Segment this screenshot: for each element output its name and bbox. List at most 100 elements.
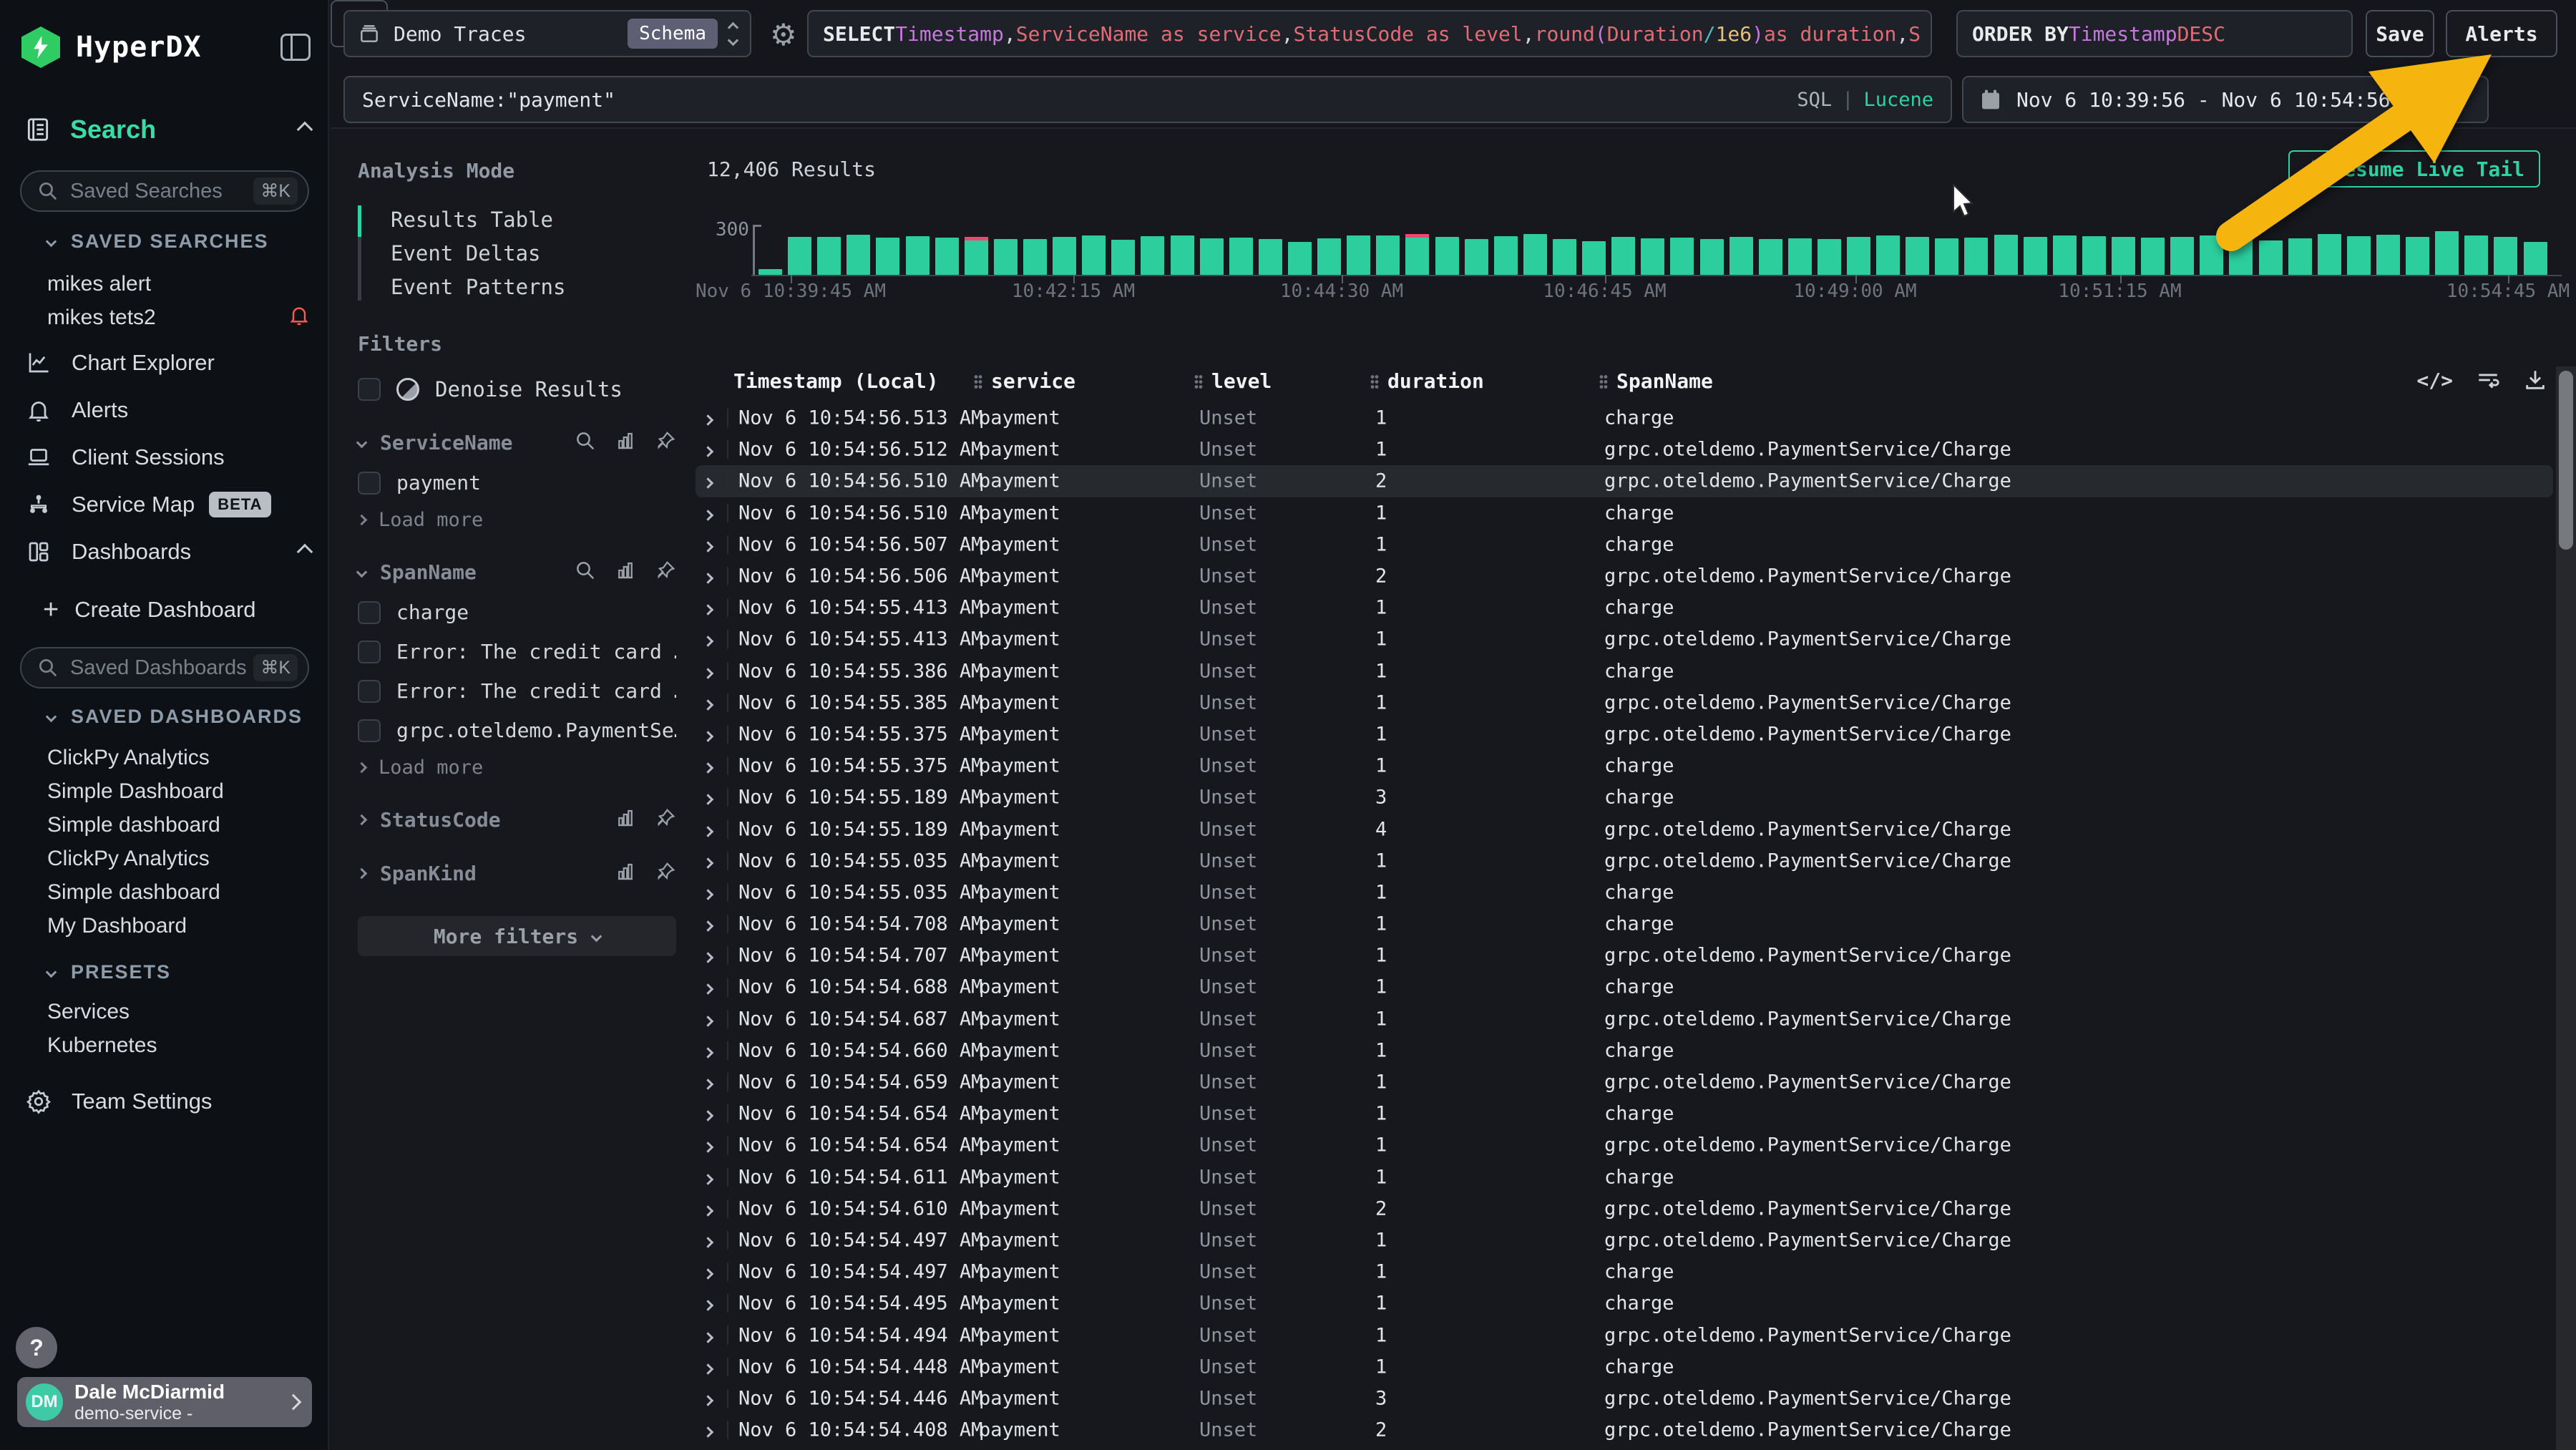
time-range-picker[interactable]: Nov 6 10:39:56 - Nov 6 10:54:56 bbox=[1962, 76, 2489, 123]
scrollbar-thumb[interactable] bbox=[2559, 371, 2573, 550]
row-expander-icon[interactable] bbox=[704, 628, 712, 651]
bar-chart-icon[interactable] bbox=[615, 430, 636, 455]
table-row[interactable]: Nov 6 10:54:54.495 AMpaymentUnset1charge bbox=[696, 1288, 2553, 1319]
filter-option[interactable]: grpc.oteldemo.PaymentSe… bbox=[358, 719, 676, 742]
bar-chart-icon[interactable] bbox=[615, 560, 636, 585]
sidebar-item-search[interactable]: Search bbox=[24, 112, 311, 147]
table-row[interactable]: Nov 6 10:54:55.413 AMpaymentUnset1grpc.o… bbox=[696, 623, 2553, 655]
saved-dashboards-input[interactable]: Saved Dashboards ⌘K bbox=[20, 647, 309, 688]
table-row[interactable]: Nov 6 10:54:56.513 AMpaymentUnset1charge bbox=[696, 402, 2553, 434]
filter-group-header[interactable]: SpanName bbox=[358, 560, 676, 585]
row-expander-icon[interactable] bbox=[704, 407, 712, 429]
checkbox-icon[interactable] bbox=[358, 378, 381, 401]
row-expander-icon[interactable] bbox=[704, 850, 712, 872]
sidebar-dashboard-item[interactable]: ClickPy Analytics bbox=[47, 842, 311, 875]
sidebar-dashboard-item[interactable]: My Dashboard bbox=[47, 909, 311, 943]
denoise-results-checkbox[interactable]: Denoise Results bbox=[358, 377, 676, 402]
search-icon[interactable] bbox=[575, 560, 596, 585]
sidebar-collapse-icon[interactable] bbox=[280, 34, 311, 61]
save-button[interactable]: Save bbox=[2366, 10, 2434, 57]
alerts-button[interactable]: Alerts bbox=[2446, 10, 2557, 57]
table-row[interactable]: Nov 6 10:54:54.688 AMpaymentUnset1charge bbox=[696, 971, 2553, 1003]
filter-option[interactable]: Error: The credit card … bbox=[358, 640, 676, 663]
table-row[interactable]: Nov 6 10:54:54.448 AMpaymentUnset1charge bbox=[696, 1351, 2553, 1383]
pin-icon[interactable] bbox=[655, 430, 676, 455]
pin-icon[interactable] bbox=[655, 560, 676, 585]
pin-icon[interactable] bbox=[655, 807, 676, 832]
table-row[interactable]: Nov 6 10:54:56.506 AMpaymentUnset2grpc.o… bbox=[696, 560, 2553, 592]
row-expander-icon[interactable] bbox=[704, 1103, 712, 1125]
row-expander-icon[interactable] bbox=[704, 565, 712, 588]
row-expander-icon[interactable] bbox=[704, 1071, 712, 1094]
row-expander-icon[interactable] bbox=[704, 755, 712, 777]
table-row[interactable]: Nov 6 10:54:54.611 AMpaymentUnset1charge bbox=[696, 1162, 2553, 1193]
row-expander-icon[interactable] bbox=[704, 1008, 712, 1030]
row-expander-icon[interactable] bbox=[704, 470, 712, 492]
row-expander-icon[interactable] bbox=[704, 1134, 712, 1157]
sidebar-saved-search-item[interactable]: mikes alert bbox=[47, 267, 311, 301]
saved-searches-input[interactable]: Saved Searches ⌘K bbox=[20, 170, 309, 212]
sidebar-item-chart-explorer[interactable]: Chart Explorer bbox=[24, 339, 311, 386]
analysis-mode-event-deltas[interactable]: Event Deltas bbox=[391, 236, 676, 270]
checkbox-icon[interactable] bbox=[358, 641, 381, 663]
load-more-button[interactable]: Load more bbox=[358, 509, 676, 531]
row-expander-icon[interactable] bbox=[704, 1166, 712, 1188]
saved-searches-header[interactable]: SAVED SEARCHES bbox=[47, 230, 311, 253]
language-toggle-sql[interactable]: SQL bbox=[1797, 89, 1832, 111]
analysis-mode-results-table[interactable]: Results Table bbox=[391, 203, 676, 236]
language-toggle-lucene[interactable]: Lucene bbox=[1863, 89, 1933, 111]
table-row[interactable]: Nov 6 10:54:54.687 AMpaymentUnset1grpc.o… bbox=[696, 1003, 2553, 1035]
table-row[interactable]: Nov 6 10:54:54.494 AMpaymentUnset1grpc.o… bbox=[696, 1319, 2553, 1351]
drag-handle-icon[interactable] bbox=[1370, 374, 1379, 389]
table-row[interactable]: Nov 6 10:54:54.610 AMpaymentUnset2grpc.o… bbox=[696, 1193, 2553, 1225]
table-row[interactable]: Nov 6 10:54:54.497 AMpaymentUnset1charge bbox=[696, 1256, 2553, 1288]
table-row[interactable]: Nov 6 10:54:55.386 AMpaymentUnset1charge bbox=[696, 656, 2553, 687]
bar-chart-icon[interactable] bbox=[615, 807, 636, 832]
sidebar-preset-item[interactable]: Kubernetes bbox=[47, 1028, 311, 1062]
table-row[interactable]: Nov 6 10:54:56.510 AMpaymentUnset1charge bbox=[696, 497, 2553, 529]
row-expander-icon[interactable] bbox=[704, 533, 712, 555]
sidebar-item-team-settings[interactable]: Team Settings bbox=[24, 1078, 311, 1125]
help-button[interactable]: ? bbox=[16, 1327, 57, 1368]
download-icon[interactable] bbox=[2523, 368, 2547, 392]
wrap-lines-icon[interactable] bbox=[2476, 368, 2500, 392]
row-expander-icon[interactable] bbox=[704, 691, 712, 714]
data-source-select[interactable]: Demo Traces Schema bbox=[343, 10, 751, 57]
pin-icon[interactable] bbox=[655, 861, 676, 886]
sidebar-preset-item[interactable]: Services bbox=[47, 995, 311, 1028]
row-expander-icon[interactable] bbox=[704, 1293, 712, 1315]
sidebar-item-client-sessions[interactable]: Client Sessions bbox=[24, 434, 311, 481]
row-expander-icon[interactable] bbox=[704, 1197, 712, 1220]
filter-option[interactable]: Error: The credit card … bbox=[358, 679, 676, 703]
source-settings-gear-icon[interactable]: ⚙ bbox=[770, 17, 797, 52]
row-expander-icon[interactable] bbox=[704, 1387, 712, 1409]
table-row[interactable]: Nov 6 10:54:54.659 AMpaymentUnset1grpc.o… bbox=[696, 1066, 2553, 1098]
sidebar-dashboard-item[interactable]: ClickPy Analytics bbox=[47, 741, 311, 774]
table-row[interactable]: Nov 6 10:54:56.510 AMpaymentUnset2grpc.o… bbox=[696, 465, 2553, 497]
bar-chart-icon[interactable] bbox=[615, 861, 636, 886]
sidebar-item-alerts[interactable]: Alerts bbox=[24, 386, 311, 434]
filter-option[interactable]: charge bbox=[358, 600, 676, 624]
order-by-input[interactable]: ORDER BY Timestamp DESC bbox=[1956, 10, 2353, 57]
table-row[interactable]: Nov 6 10:54:55.385 AMpaymentUnset1grpc.o… bbox=[696, 687, 2553, 719]
sidebar-item-dashboards[interactable]: Dashboards bbox=[24, 528, 311, 575]
filter-group-header[interactable]: SpanKind bbox=[358, 861, 676, 886]
table-row[interactable]: Nov 6 10:54:54.708 AMpaymentUnset1charge bbox=[696, 908, 2553, 940]
load-more-button[interactable]: Load more bbox=[358, 756, 676, 779]
checkbox-icon[interactable] bbox=[358, 472, 381, 495]
table-row[interactable]: Nov 6 10:54:55.375 AMpaymentUnset1charge bbox=[696, 750, 2553, 782]
filter-group-header[interactable]: StatusCode bbox=[358, 807, 676, 832]
filter-option[interactable]: payment bbox=[358, 471, 676, 495]
table-row[interactable]: Nov 6 10:54:55.189 AMpaymentUnset3charge bbox=[696, 782, 2553, 813]
row-expander-icon[interactable] bbox=[704, 660, 712, 682]
lucene-search-input[interactable]: ServiceName:"payment" SQL|Lucene bbox=[343, 76, 1952, 123]
row-expander-icon[interactable] bbox=[704, 818, 712, 840]
create-dashboard-button[interactable]: + Create Dashboard bbox=[43, 591, 311, 628]
row-expander-icon[interactable] bbox=[704, 1261, 712, 1283]
table-row[interactable]: Nov 6 10:54:55.189 AMpaymentUnset4grpc.o… bbox=[696, 813, 2553, 845]
row-expander-icon[interactable] bbox=[704, 439, 712, 461]
sidebar-dashboard-item[interactable]: Simple dashboard bbox=[47, 808, 311, 842]
checkbox-icon[interactable] bbox=[358, 601, 381, 624]
user-menu[interactable]: DM Dale McDiarmid demo-service - bbox=[17, 1377, 312, 1427]
row-expander-icon[interactable] bbox=[704, 502, 712, 524]
